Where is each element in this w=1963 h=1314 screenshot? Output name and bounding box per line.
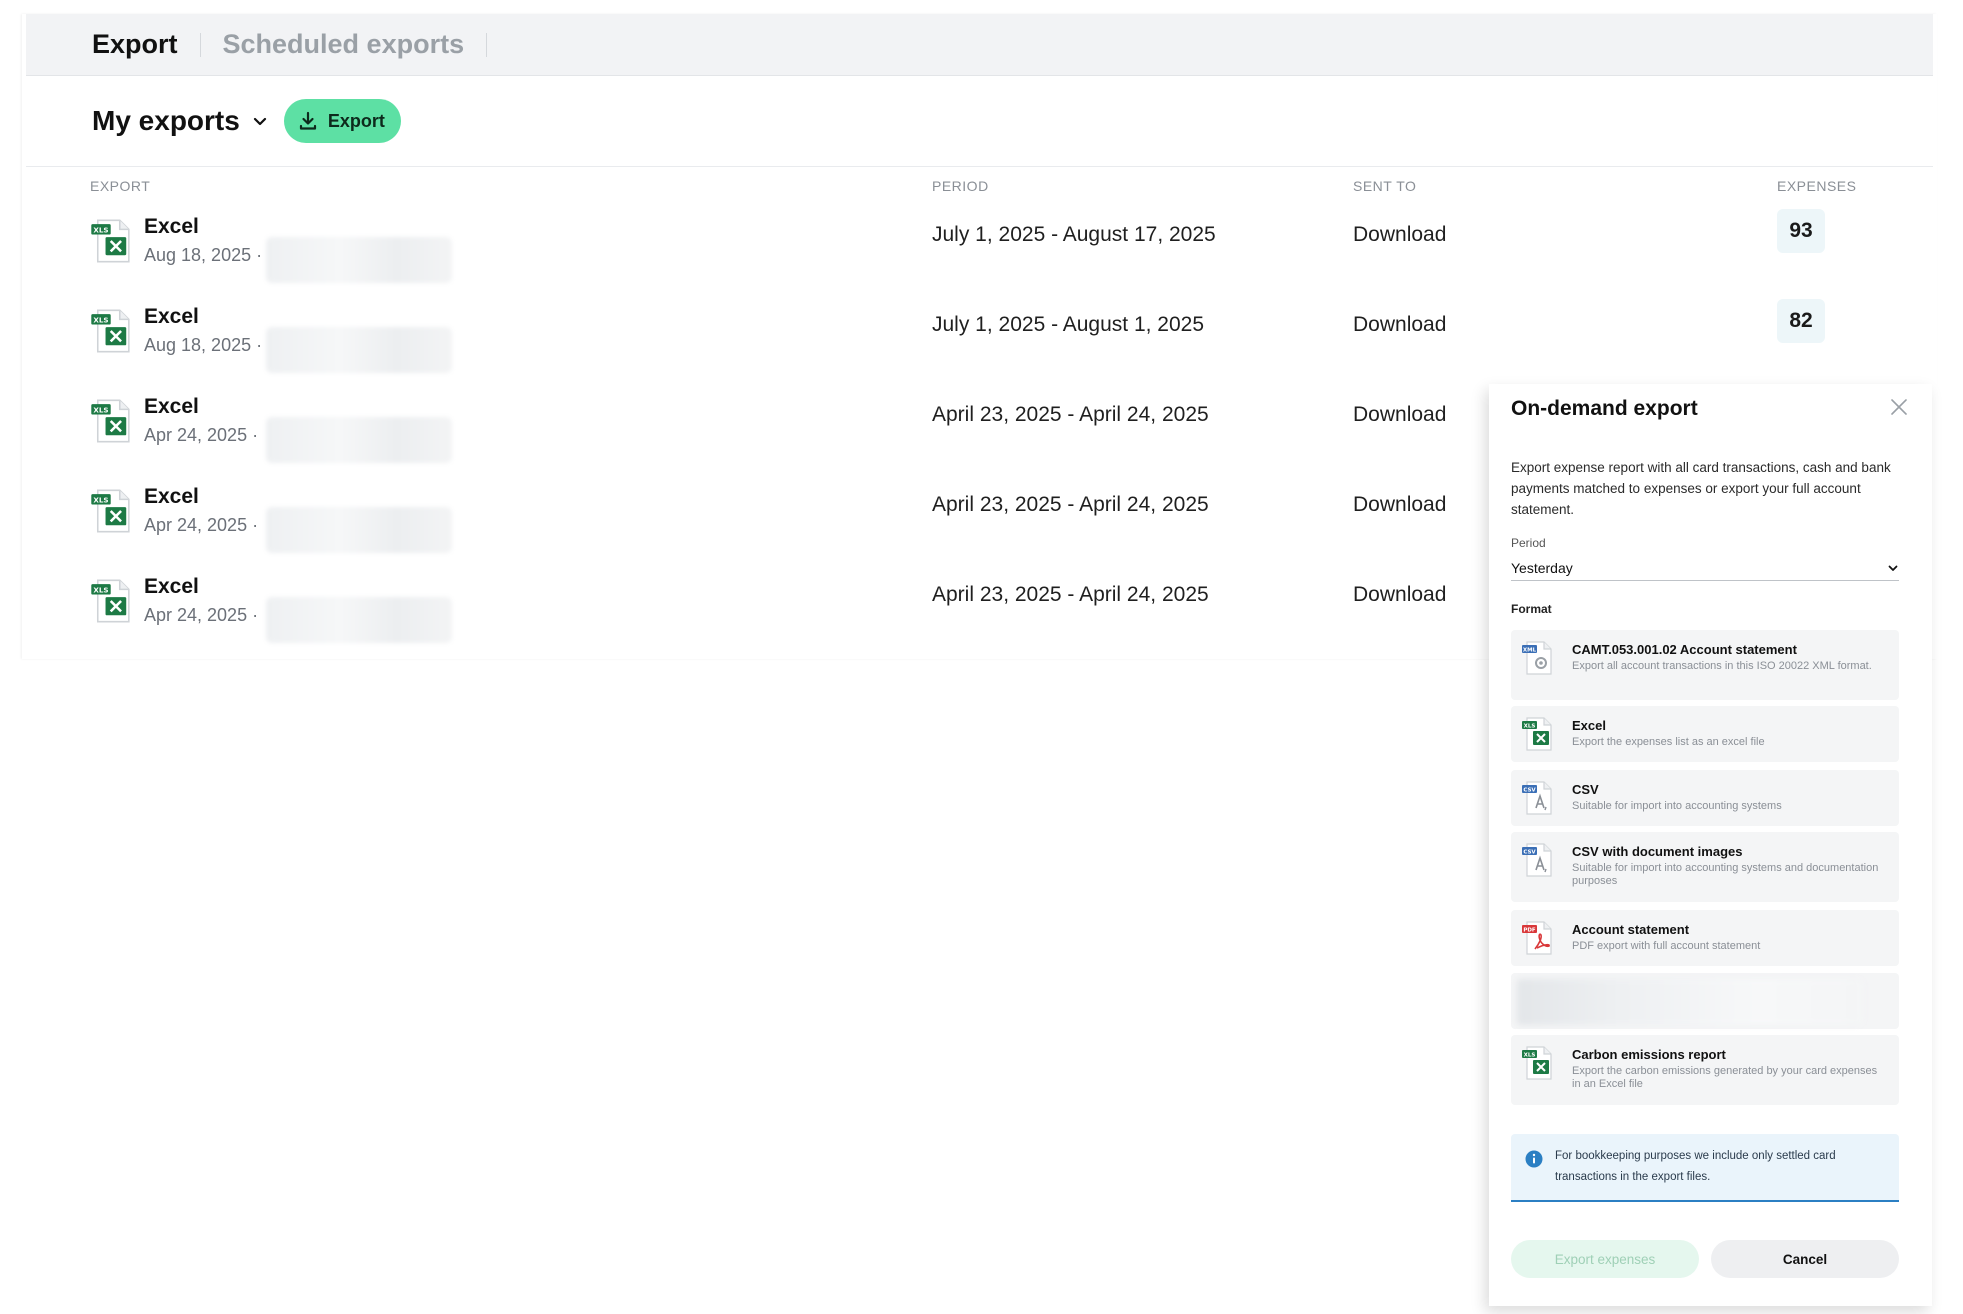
export-expenses-button[interactable]: Export expenses (1511, 1240, 1699, 1278)
export-name: Excel (144, 215, 199, 238)
info-banner: For bookkeeping purposes we include only… (1511, 1134, 1899, 1202)
format-label: Format (1511, 602, 1552, 616)
format-option[interactable]: XLS Excel Export the expenses list as an e… (1511, 706, 1899, 762)
column-header-sent-to: SENT TO (1353, 178, 1417, 194)
cancel-button[interactable]: Cancel (1711, 1240, 1899, 1278)
format-option-title: CSV (1572, 782, 1599, 797)
export-period: July 1, 2025 - August 1, 2025 (932, 313, 1205, 336)
format-option[interactable]: CSV CSV Suitable for import into accountin… (1511, 770, 1899, 826)
column-header-export: EXPORT (90, 178, 151, 194)
tab-divider (486, 32, 488, 57)
column-header-period: PERIOD (932, 178, 989, 194)
svg-text:XLS: XLS (1524, 723, 1536, 729)
svg-text:XLS: XLS (93, 495, 108, 504)
format-option-description: Export the expenses list as an excel fil… (1572, 736, 1765, 748)
excel-file-icon: XLS (90, 487, 134, 535)
svg-text:XLS: XLS (93, 315, 108, 324)
format-option-description: Suitable for import into accounting syst… (1572, 800, 1782, 812)
svg-text:CSV: CSV (1523, 849, 1536, 855)
format-option-description: Suitable for import into accounting syst… (1572, 862, 1879, 887)
sent-to-download-link[interactable]: Download (1353, 583, 1446, 607)
expenses-count: 93 (1777, 209, 1825, 253)
svg-text:XLS: XLS (93, 405, 108, 414)
page-title[interactable]: My exports (92, 105, 240, 137)
svg-text:XML: XML (1523, 647, 1537, 653)
sent-to-download-link[interactable]: Download (1353, 493, 1446, 517)
export-period: April 23, 2025 - April 24, 2025 (932, 493, 1209, 516)
sent-to-download-link[interactable]: Download (1353, 313, 1446, 337)
panel-description: Export expense report with all card tran… (1511, 460, 1891, 517)
excel-file-icon: XLS (90, 307, 134, 355)
export-button[interactable]: Export (283, 99, 401, 143)
export-name: Excel (144, 575, 199, 598)
expenses-count: 82 (1777, 299, 1825, 343)
export-name: Excel (144, 395, 199, 418)
excel-file-icon: XLS (90, 577, 134, 625)
format-option[interactable]: XML CAMT.053.001.02 Account statement Expo… (1511, 630, 1899, 700)
panel-title: On-demand export (1511, 397, 1698, 420)
info-text: For bookkeeping purposes we include only… (1555, 1150, 1836, 1183)
export-button-label: Export (327, 110, 385, 131)
svg-text:CSV: CSV (1523, 787, 1536, 793)
export-name: Excel (144, 485, 199, 508)
redacted-info (266, 597, 452, 643)
export-period: July 1, 2025 - August 17, 2025 (932, 223, 1216, 246)
column-header-expenses: EXPENSES (1777, 178, 1857, 194)
format-option[interactable]: XLS Carbon emissions report Export the car… (1511, 1035, 1899, 1105)
export-date: Aug 18, 2025 · (144, 335, 263, 355)
redacted-info (266, 417, 452, 463)
svg-text:XLS: XLS (93, 225, 108, 234)
format-option-description: Export the carbon emissions generated by… (1572, 1065, 1878, 1090)
export-period: April 23, 2025 - April 24, 2025 (932, 403, 1209, 426)
redacted-info (266, 327, 452, 373)
sent-to-download-link[interactable]: Download (1353, 223, 1446, 247)
tab-scheduled-exports[interactable]: Scheduled exports (201, 29, 487, 60)
excel-file-icon: XLS (90, 217, 134, 265)
period-label: Period (1511, 536, 1546, 550)
redacted-info (266, 237, 452, 283)
export-period: April 23, 2025 - April 24, 2025 (932, 583, 1209, 606)
export-date: Apr 24, 2025 · (144, 515, 259, 535)
close-icon[interactable] (1888, 396, 1910, 418)
excel-file-icon: XLS (90, 397, 134, 445)
redacted-info (266, 507, 452, 553)
format-option-title: CSV with document images (1572, 844, 1743, 859)
format-option-description: Export all account transactions in this … (1572, 660, 1872, 672)
chevron-down-icon (1888, 565, 1898, 571)
format-option-title: Excel (1572, 718, 1606, 733)
download-icon (299, 111, 316, 130)
format-option[interactable]: CSV CSV with document images Suitable for … (1511, 832, 1899, 902)
info-icon (1525, 1150, 1543, 1168)
tab-export[interactable]: Export (92, 29, 200, 60)
format-option-redacted[interactable] (1511, 973, 1899, 1029)
csv-file-icon: CSV (1521, 842, 1555, 878)
period-value: Yesterday (1511, 559, 1573, 576)
export-date: Apr 24, 2025 · (144, 425, 259, 445)
period-select[interactable]: Yesterday (1511, 555, 1899, 581)
export-date: Apr 24, 2025 · (144, 605, 259, 625)
table-row[interactable]: XLS Excel Aug 18, 2025 · July 1, 2025 - Aug… (22, 209, 1937, 305)
csv-file-icon: CSV (1521, 780, 1555, 816)
on-demand-export-panel: On-demand export Export expense report w… (1489, 384, 1932, 1306)
page-header: My exports Export (26, 76, 1933, 167)
svg-text:PDF: PDF (1523, 927, 1536, 933)
chevron-down-icon[interactable] (252, 112, 270, 130)
table-row[interactable]: XLS Excel Aug 18, 2025 · July 1, 2025 - Aug… (22, 299, 1937, 395)
svg-text:XLS: XLS (93, 585, 108, 594)
tab-bar: Export Scheduled exports (26, 14, 1933, 76)
format-option-title: Carbon emissions report (1572, 1047, 1726, 1062)
format-option-description: PDF export with full account statement (1572, 940, 1761, 952)
xml-file-icon: XML (1521, 640, 1555, 676)
pdf-file-icon: PDF (1521, 920, 1555, 956)
redacted-option (1517, 979, 1863, 1025)
format-option-title: Account statement (1572, 922, 1690, 937)
format-option-title: CAMT.053.001.02 Account statement (1572, 642, 1797, 657)
export-date: Aug 18, 2025 · (144, 245, 263, 265)
excel-file-icon: XLS (1521, 716, 1555, 752)
export-name: Excel (144, 305, 199, 328)
svg-text:XLS: XLS (1524, 1052, 1536, 1058)
format-option[interactable]: PDF Account statement PDF export with full… (1511, 910, 1899, 966)
sent-to-download-link[interactable]: Download (1353, 403, 1446, 427)
excel-file-icon: XLS (1521, 1045, 1555, 1081)
